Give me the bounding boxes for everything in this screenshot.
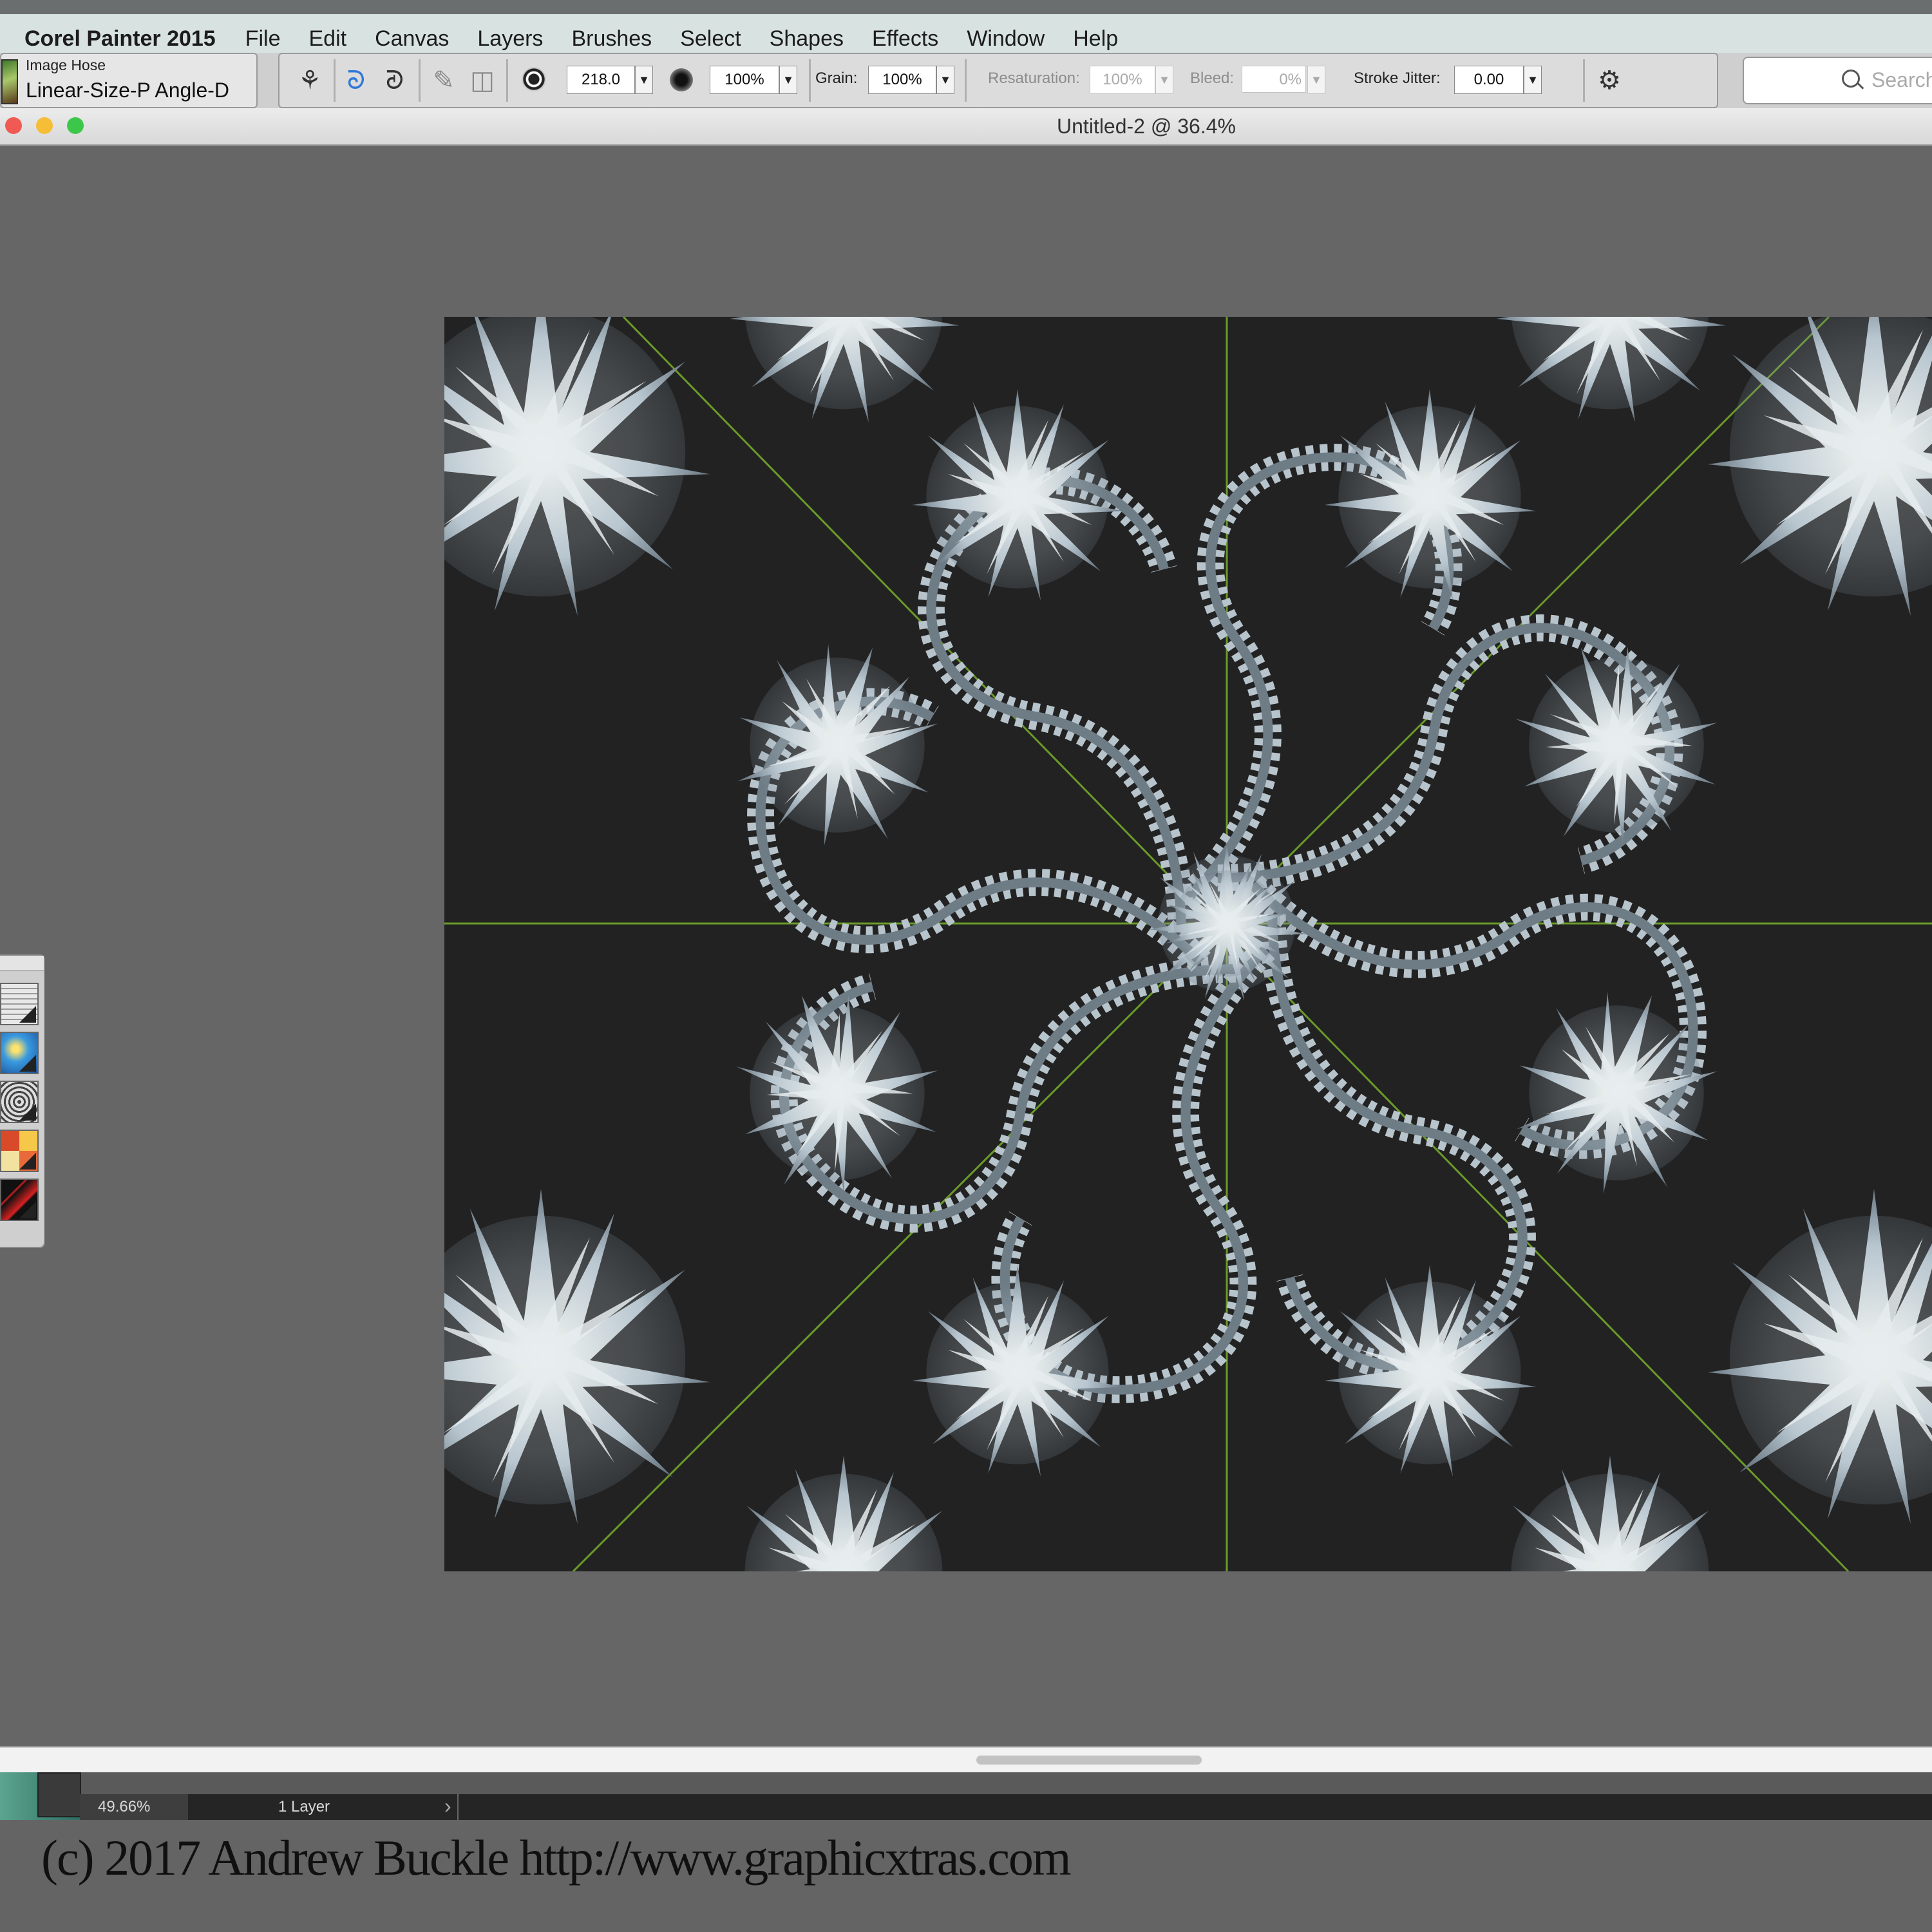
layer-count: 1 Layer bbox=[278, 1798, 330, 1815]
search-icon bbox=[1842, 70, 1860, 88]
menu-bar-top-strip bbox=[0, 0, 1932, 14]
brush-category: Image Hose bbox=[26, 57, 106, 73]
menu-help[interactable]: Help bbox=[1073, 26, 1118, 52]
pattern-selector[interactable] bbox=[0, 1081, 39, 1123]
brush-controls: ⚘ ᘐ ᘑ ✎ ◫ 218.0 ▼ 100% ▼ Grain: 100% ▼ R… bbox=[278, 53, 1718, 108]
separator bbox=[965, 59, 967, 102]
document-title: Untitled-2 @ 36.4% bbox=[1057, 115, 1236, 138]
paper-corner-icon bbox=[19, 1006, 36, 1023]
brush-variant: Linear-Size-P Angle-D bbox=[26, 79, 230, 102]
copyright-text: (c) 2017 Andrew Buckle http://www.graphi… bbox=[41, 1830, 1072, 1886]
status-separator bbox=[457, 1794, 536, 1820]
menu-select[interactable]: Select bbox=[680, 26, 741, 52]
app-menu[interactable]: Corel Painter 2015 bbox=[24, 26, 216, 52]
brush-thumbnail-icon[interactable] bbox=[1, 59, 18, 104]
media-panel-header bbox=[0, 956, 44, 971]
bleed-dropdown[interactable]: ▼ bbox=[1307, 66, 1325, 94]
separator bbox=[809, 59, 811, 102]
menu-shapes[interactable]: Shapes bbox=[770, 26, 844, 52]
media-selector-panel bbox=[0, 954, 45, 1248]
brush-settings-icon[interactable]: ⚙ bbox=[1595, 66, 1624, 95]
canvas-artwork bbox=[444, 317, 1932, 1571]
bleed-field[interactable]: 0% bbox=[1242, 66, 1306, 93]
grain-field[interactable]: 100% bbox=[868, 66, 936, 94]
painting-canvas[interactable] bbox=[444, 317, 1932, 1571]
zoom-level[interactable]: 49.66% bbox=[80, 1794, 188, 1820]
freehand-stroke-icon[interactable]: ᘐ bbox=[341, 66, 371, 95]
paper-selector[interactable] bbox=[0, 983, 39, 1025]
stroke-jitter-field[interactable]: 0.00 bbox=[1454, 66, 1524, 94]
separator bbox=[506, 59, 508, 102]
size-dropdown[interactable]: ▼ bbox=[635, 66, 653, 94]
weaving-selector[interactable] bbox=[0, 1130, 39, 1172]
opacity-dropdown[interactable]: ▼ bbox=[779, 66, 797, 94]
menu-brushes[interactable]: Brushes bbox=[571, 26, 652, 52]
chevron-right-icon[interactable]: › bbox=[444, 1794, 451, 1818]
document-title-bar: Untitled-2 @ 36.4% bbox=[0, 108, 1932, 146]
size-icon bbox=[522, 67, 546, 91]
horizontal-scrollbar[interactable] bbox=[0, 1747, 1932, 1772]
straight-line-stroke-icon[interactable]: ᘑ bbox=[380, 66, 410, 95]
navigator-view[interactable] bbox=[37, 1772, 81, 1817]
opacity-field[interactable]: 100% bbox=[710, 66, 779, 94]
pattern-corner-icon bbox=[19, 1104, 36, 1121]
grain-dropdown[interactable]: ▼ bbox=[936, 66, 954, 94]
stroke-attribute-icon[interactable]: ✎ bbox=[429, 66, 459, 95]
gradient-selector[interactable] bbox=[0, 1032, 39, 1074]
gradient-corner-icon bbox=[19, 1055, 36, 1072]
separator bbox=[419, 59, 421, 102]
separator bbox=[334, 59, 336, 102]
dab-preview-icon[interactable]: ◫ bbox=[468, 66, 497, 95]
separator bbox=[1583, 59, 1585, 102]
property-bar: Image Hose Linear-Size-P Angle-D ⚘ ᘐ ᘑ ✎… bbox=[0, 53, 1932, 109]
look-selector[interactable] bbox=[0, 1179, 39, 1221]
stroke-jitter-label: Stroke Jitter: bbox=[1354, 70, 1441, 87]
stroke-jitter-dropdown[interactable]: ▼ bbox=[1524, 66, 1542, 94]
reset-tool-icon[interactable]: ⚘ bbox=[295, 66, 325, 95]
weaving-corner-icon bbox=[19, 1153, 36, 1170]
brush-selector[interactable]: Image Hose Linear-Size-P Angle-D bbox=[0, 53, 258, 108]
search-input[interactable]: Search bbox=[1871, 68, 1932, 92]
resaturation-field[interactable]: 100% bbox=[1090, 66, 1155, 94]
look-corner-icon bbox=[19, 1202, 36, 1218]
resaturation-label: Resaturation: bbox=[988, 70, 1080, 87]
menu-layers[interactable]: Layers bbox=[477, 26, 543, 52]
grain-label: Grain: bbox=[815, 70, 858, 87]
status-bar: 49.66% 1 Layer › bbox=[0, 1772, 1932, 1820]
resaturation-dropdown[interactable]: ▼ bbox=[1155, 66, 1173, 94]
opacity-icon bbox=[670, 68, 693, 91]
menu-canvas[interactable]: Canvas bbox=[375, 26, 449, 52]
bleed-label: Bleed: bbox=[1190, 70, 1235, 87]
menu-window[interactable]: Window bbox=[967, 26, 1045, 52]
menu-file[interactable]: File bbox=[245, 26, 281, 52]
scrollbar-thumb[interactable] bbox=[976, 1756, 1202, 1765]
size-field[interactable]: 218.0 bbox=[567, 66, 635, 94]
menu-effects[interactable]: Effects bbox=[872, 26, 938, 52]
status-info: 49.66% 1 Layer › bbox=[80, 1794, 1932, 1820]
menu-edit[interactable]: Edit bbox=[309, 26, 347, 52]
search-box[interactable]: Search bbox=[1743, 57, 1932, 104]
